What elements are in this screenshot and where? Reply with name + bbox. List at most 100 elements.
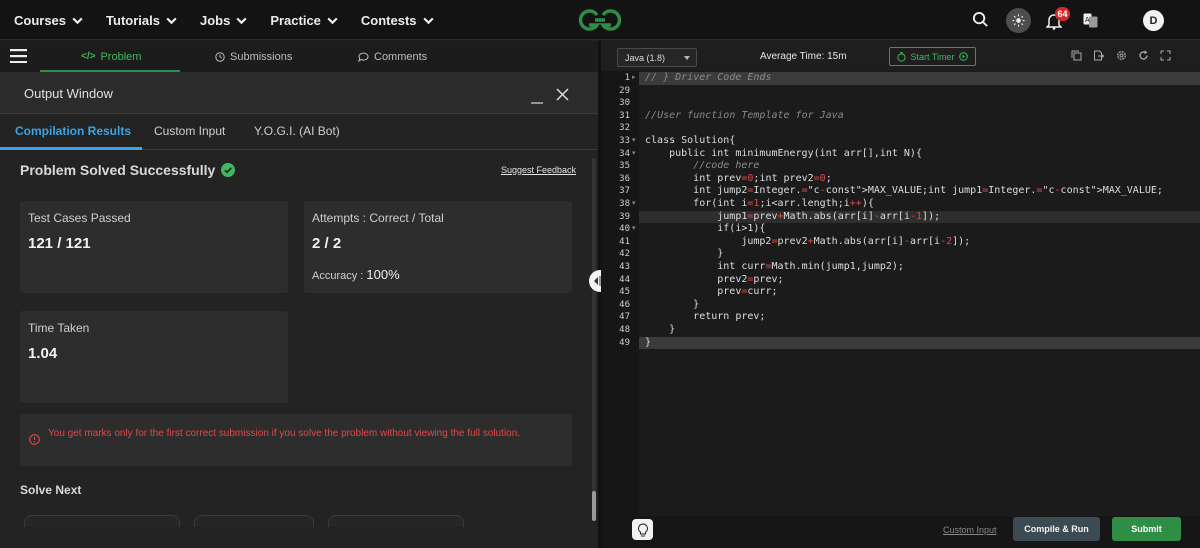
- subtab-compilation-results[interactable]: Compilation Results: [15, 124, 131, 138]
- submit-button[interactable]: Submit: [1112, 517, 1181, 541]
- nav-item-contests[interactable]: Contests: [361, 13, 435, 28]
- line-number: 1: [624, 73, 630, 83]
- alert-circle-icon: [29, 434, 40, 445]
- fold-arrow-icon[interactable]: ▾: [632, 135, 638, 148]
- code-line: //User function Template for Java: [645, 109, 844, 121]
- theme-toggle-button[interactable]: [1006, 8, 1031, 33]
- attempts-value: 2 / 2: [312, 235, 342, 252]
- problem-tabbar: </> Problem Submissions Comments: [0, 41, 598, 72]
- suggest-feedback-link[interactable]: Suggest Feedback: [501, 165, 576, 175]
- tab-label: Problem: [100, 50, 142, 63]
- line-number: 34: [619, 148, 630, 159]
- fold-arrow-icon[interactable]: ▾: [632, 148, 638, 161]
- nav-item-tutorials[interactable]: Tutorials: [106, 13, 178, 28]
- test-cases-value: 121 / 121: [28, 235, 91, 252]
- time-taken-label: Time Taken: [28, 321, 90, 335]
- editor-bottom-bar: Custom Input Compile & Run Submit: [601, 516, 1200, 548]
- tab-submissions[interactable]: Submissions: [215, 41, 292, 72]
- code-line: return prev;: [639, 311, 766, 323]
- close-icon[interactable]: [556, 88, 569, 101]
- code-line: int prev=0;int prev2=0;: [639, 172, 832, 184]
- next-problem-card[interactable]: [194, 515, 314, 527]
- line-number: 38: [619, 199, 630, 209]
- test-cases-card: Test Cases Passed 121 / 121: [20, 201, 288, 293]
- next-problem-card[interactable]: [24, 515, 180, 527]
- nav-item-label: Courses: [14, 12, 67, 28]
- output-subtabs: Compilation Results Custom Input Y.O.G.I…: [0, 114, 598, 150]
- next-problem-card[interactable]: [328, 515, 464, 527]
- avatar[interactable]: D: [1143, 10, 1164, 31]
- settings-icon[interactable]: [1116, 50, 1127, 61]
- compile-run-button[interactable]: Compile & Run: [1013, 517, 1100, 541]
- language-value: Java (1.8): [625, 52, 666, 63]
- marks-warning: You get marks only for the first correct…: [20, 414, 572, 466]
- code-line: // } Driver Code Ends: [639, 72, 1200, 85]
- bulb-button[interactable]: [632, 519, 653, 540]
- fold-arrow-icon[interactable]: ▸: [632, 72, 638, 85]
- nav-item-courses[interactable]: Courses: [14, 13, 84, 28]
- line-number: 41: [619, 236, 630, 247]
- attempts-card: Attempts : Correct / Total 2 / 2 Accurac…: [304, 201, 572, 293]
- fold-arrow-icon[interactable]: ▾: [632, 198, 638, 211]
- line-number: 47: [619, 312, 630, 323]
- nav-item-practice[interactable]: Practice: [270, 13, 339, 28]
- output-scrollbar-track[interactable]: [592, 158, 596, 518]
- fullscreen-icon[interactable]: [1160, 50, 1171, 61]
- translate-icon[interactable]: A: [1083, 13, 1098, 28]
- chevron-down-icon: [327, 17, 338, 24]
- caret-down-icon: [684, 56, 690, 60]
- chevron-down-icon: [166, 17, 177, 24]
- line-number: 39: [619, 211, 630, 222]
- warning-text: You get marks only for the first correct…: [48, 428, 521, 439]
- nav-item-jobs[interactable]: Jobs: [200, 13, 248, 28]
- time-taken-value: 1.04: [28, 345, 58, 362]
- editor-toolbar: Java (1.8) Average Time: 15m Start Timer: [601, 41, 1200, 71]
- code-editor[interactable]: // } Driver Code Ends //User function Te…: [639, 71, 1200, 516]
- average-time: Average Time: 15m: [760, 51, 847, 62]
- line-number: 35: [619, 161, 630, 172]
- tab-problem[interactable]: </> Problem: [81, 41, 141, 72]
- reset-icon[interactable]: [1138, 50, 1149, 61]
- code-line: }: [639, 248, 724, 260]
- nav-item-label: Jobs: [199, 12, 231, 28]
- line-number: 42: [619, 249, 630, 260]
- search-icon[interactable]: [972, 11, 989, 28]
- menu-icon[interactable]: [10, 49, 27, 63]
- chevron-down-icon: [236, 17, 247, 24]
- custom-input-link[interactable]: Custom Input: [943, 525, 997, 535]
- notification-badge: 64: [1055, 7, 1070, 21]
- time-taken-card: Time Taken 1.04: [20, 311, 288, 403]
- fold-arrow-icon[interactable]: ▾: [632, 223, 638, 236]
- line-number: 43: [619, 262, 630, 272]
- accuracy-label: Accuracy :: [312, 270, 364, 282]
- subtab-yogi-ai-bot[interactable]: Y.O.G.I. (AI Bot): [254, 124, 340, 138]
- gfg-logo-icon[interactable]: [575, 6, 625, 34]
- check-circle-icon: [221, 163, 236, 177]
- editor-pane: Java (1.8) Average Time: 15m Start Timer: [601, 41, 1200, 548]
- code-line: class Solution{: [639, 135, 736, 146]
- tab-label: Submissions: [230, 50, 293, 63]
- test-cases-label: Test Cases Passed: [28, 211, 131, 225]
- subtab-custom-input[interactable]: Custom Input: [154, 124, 225, 138]
- problem-pane: </> Problem Submissions Comments Output …: [0, 41, 598, 548]
- accuracy: Accuracy : 100%: [312, 267, 400, 282]
- line-number: 32: [619, 123, 630, 134]
- start-timer-label: Start Timer: [910, 51, 955, 62]
- code-line: jump2=prev2+Math.abs(arr[i]-arr[i-2]);: [639, 235, 971, 247]
- tab-comments[interactable]: Comments: [358, 41, 427, 72]
- line-number: 36: [619, 173, 630, 184]
- output-scrollbar-thumb[interactable]: [592, 491, 596, 521]
- output-window-header: Output Window: [0, 72, 598, 114]
- copy-icon[interactable]: [1071, 50, 1082, 61]
- attempts-label: Attempts : Correct / Total: [312, 211, 444, 225]
- nav-item-label: Practice: [270, 12, 321, 28]
- file-export-icon[interactable]: [1093, 50, 1104, 61]
- minimize-icon[interactable]: [530, 91, 544, 105]
- comment-icon: [358, 52, 369, 62]
- nav-item-label: Tutorials: [106, 12, 160, 28]
- result-status: Problem Solved Successfully: [20, 162, 236, 178]
- code-icon: </>: [81, 51, 96, 62]
- language-select[interactable]: Java (1.8): [617, 48, 697, 67]
- start-timer-button[interactable]: Start Timer: [889, 47, 976, 66]
